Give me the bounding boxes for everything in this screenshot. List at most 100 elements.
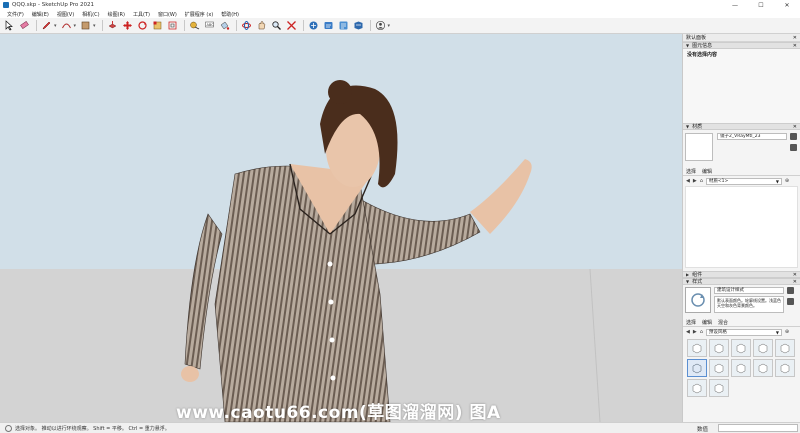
move-icon [122, 21, 132, 30]
refresh-style-icon [691, 293, 705, 307]
close-icon[interactable]: ✕ [793, 43, 797, 49]
menu-help[interactable]: 帮助(H) [217, 11, 243, 18]
tray-title: 默认面板 [686, 35, 707, 41]
forward-icon[interactable]: ▶ [693, 178, 697, 184]
chevron-down-icon[interactable]: ▾ [74, 23, 77, 29]
warehouse-button[interactable] [307, 19, 320, 32]
styles-nav-row: ◀ ▶ ⌂ 预设风格 ▼ ⊕ [683, 327, 800, 337]
create-style-icon[interactable] [787, 287, 794, 294]
move-tool-button[interactable] [121, 19, 134, 32]
tab-edit[interactable]: 编辑 [702, 168, 712, 175]
menu-extensions[interactable]: 扩展程序 (x) [181, 11, 217, 18]
style-description-field[interactable]: 默认表面颜色。轮廓线设置。浅蓝色天空和灰色背景颜色。 [714, 296, 784, 313]
tab-select[interactable]: 选择 [686, 168, 696, 175]
info-icon[interactable] [5, 424, 12, 432]
menu-window[interactable]: 窗口(W) [154, 11, 181, 18]
style-thumbnail[interactable] [685, 287, 711, 313]
arc-icon [61, 23, 71, 29]
style-name-field[interactable]: 建筑设计样式 [714, 287, 784, 294]
measurements-input[interactable] [718, 424, 798, 432]
close-button[interactable]: ✕ [774, 0, 800, 10]
create-material-icon[interactable] [790, 133, 797, 140]
components-header[interactable]: ▶ 组件 ✕ [683, 271, 800, 278]
forward-icon[interactable]: ▶ [693, 329, 697, 335]
style-thumbnail-item[interactable] [775, 339, 795, 357]
style-collection-select[interactable]: 预设风格 ▼ [705, 328, 782, 336]
style-thumbnail-item[interactable] [731, 359, 751, 377]
style-thumbnail-item[interactable] [775, 359, 795, 377]
zoom-extents-tool-button[interactable] [285, 19, 298, 32]
entity-info-header[interactable]: ▼ 图元信息 ✕ [683, 42, 800, 49]
update-style-icon[interactable] [787, 298, 794, 305]
minimize-button[interactable]: — [722, 0, 748, 10]
rectangle-tool-button[interactable] [79, 19, 92, 32]
menu-view[interactable]: 视图(V) [53, 11, 78, 18]
tab-mix[interactable]: 混合 [718, 319, 728, 326]
components-title: 组件 [692, 272, 703, 278]
text-tool-button[interactable]: ABC [203, 19, 216, 32]
pan-tool-button[interactable] [255, 19, 268, 32]
material-list[interactable] [685, 186, 798, 268]
cube-icon [736, 363, 746, 374]
tab-edit[interactable]: 编辑 [702, 319, 712, 326]
back-icon[interactable]: ◀ [686, 329, 690, 335]
maximize-button[interactable]: ☐ [748, 0, 774, 10]
tab-select[interactable]: 选择 [686, 319, 696, 326]
rotate-tool-button[interactable] [136, 19, 149, 32]
arc-tool-button[interactable] [60, 19, 73, 32]
paint-bucket-tool-button[interactable] [218, 19, 231, 32]
rectangle-icon [81, 21, 90, 30]
push-pull-tool-button[interactable] [106, 19, 119, 32]
collapse-triangle-icon: ▼ [686, 279, 690, 284]
tape-measure-tool-button[interactable] [188, 19, 201, 32]
home-icon[interactable]: ⌂ [700, 178, 703, 184]
style-thumbnail-item[interactable] [709, 379, 729, 397]
menu-edit[interactable]: 编辑(E) [28, 11, 53, 18]
material-library-select[interactable]: 材质<1> ▼ [705, 177, 782, 185]
close-icon[interactable]: ✕ [793, 124, 797, 130]
home-icon[interactable]: ⌂ [700, 329, 703, 335]
model-viewport[interactable]: www.caotu66.com(草图溜溜网) 图A [0, 34, 682, 422]
offset-tool-button[interactable] [166, 19, 179, 32]
chevron-down-icon[interactable]: ▾ [93, 23, 96, 29]
menu-tools[interactable]: 工具(T) [129, 11, 154, 18]
style-thumbnail-item[interactable] [687, 339, 707, 357]
style-thumbnail-item[interactable] [753, 339, 773, 357]
style-thumbnail-item[interactable] [753, 359, 773, 377]
close-icon[interactable]: ✕ [793, 272, 797, 278]
default-material-icon[interactable] [790, 144, 797, 151]
expand-triangle-icon: ▶ [686, 272, 690, 277]
style-thumbnail-item-selected[interactable] [687, 359, 707, 377]
material-name-field[interactable]: 镜子2_VRayMtl_23 [717, 133, 787, 140]
zoom-tool-button[interactable] [270, 19, 283, 32]
style-thumbnail-item[interactable] [731, 339, 751, 357]
back-icon[interactable]: ◀ [686, 178, 690, 184]
style-thumbnail-item[interactable] [709, 359, 729, 377]
close-icon[interactable]: ✕ [793, 35, 797, 41]
chevron-down-icon: ▼ [775, 178, 779, 184]
chevron-down-icon[interactable]: ▾ [54, 23, 57, 29]
orbit-tool-button[interactable] [240, 19, 253, 32]
pencil-tool-button[interactable] [40, 19, 53, 32]
close-icon[interactable]: ✕ [793, 279, 797, 285]
eraser-tool-button[interactable] [18, 19, 31, 32]
material-swatch[interactable] [685, 133, 713, 161]
style-thumbnail-item[interactable] [687, 379, 707, 397]
menu-file[interactable]: 文件(F) [3, 11, 28, 18]
profile-button[interactable] [374, 19, 387, 32]
styles-header[interactable]: ▼ 样式 ✕ [683, 278, 800, 285]
materials-header[interactable]: ▼ 材质 ✕ [683, 123, 800, 130]
menu-draw[interactable]: 绘图(R) [104, 11, 129, 18]
style-thumbnail-item[interactable] [709, 339, 729, 357]
chevron-down-icon[interactable]: ▾ [388, 23, 391, 29]
details-icon[interactable]: ⊕ [785, 329, 789, 335]
scale-tool-button[interactable] [151, 19, 164, 32]
warehouse-icon [309, 21, 318, 30]
menu-camera[interactable]: 相机(C) [78, 11, 103, 18]
cube-icon [714, 363, 724, 374]
layout-button[interactable] [337, 19, 350, 32]
extension-manager-button[interactable] [352, 19, 365, 32]
extension-warehouse-button[interactable] [322, 19, 335, 32]
select-tool-button[interactable] [3, 19, 16, 32]
details-icon[interactable]: ⊕ [785, 178, 789, 184]
